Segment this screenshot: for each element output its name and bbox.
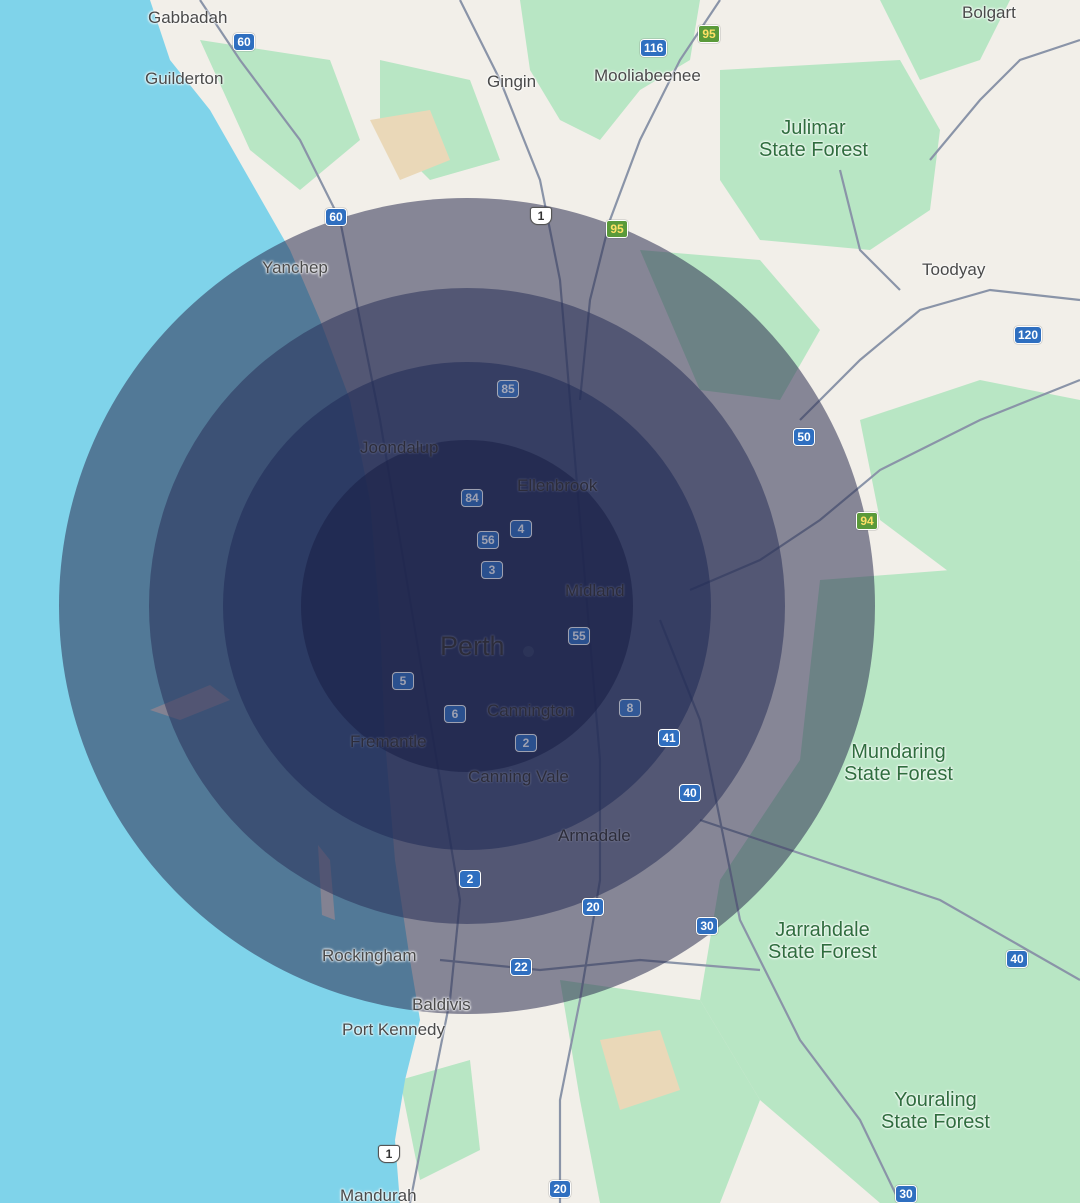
- route-shield[interactable]: 1: [378, 1145, 400, 1163]
- route-shield[interactable]: 94: [856, 512, 878, 530]
- route-shield[interactable]: 30: [895, 1185, 917, 1203]
- route-shield[interactable]: 4: [510, 520, 532, 538]
- route-shield[interactable]: 2: [515, 734, 537, 752]
- place-label[interactable]: Cannington: [487, 701, 574, 721]
- place-label[interactable]: Rockingham: [322, 946, 417, 966]
- place-label[interactable]: Ellenbrook: [517, 476, 597, 496]
- place-label[interactable]: Armadale: [558, 826, 631, 846]
- place-label[interactable]: Midland: [565, 581, 625, 601]
- route-shield[interactable]: 116: [640, 39, 668, 57]
- place-label[interactable]: Bolgart: [962, 3, 1016, 23]
- route-shield[interactable]: 95: [698, 25, 720, 43]
- route-shield[interactable]: 30: [696, 917, 718, 935]
- place-label-city[interactable]: Perth: [440, 631, 505, 662]
- place-label[interactable]: Joondalup: [360, 438, 438, 458]
- place-label[interactable]: Guilderton: [145, 69, 223, 89]
- forest-label[interactable]: Jarrahdale State Forest: [768, 919, 877, 963]
- route-shield[interactable]: 120: [1014, 326, 1043, 344]
- place-label[interactable]: Port Kennedy: [342, 1020, 445, 1040]
- place-label[interactable]: Gabbadah: [148, 8, 227, 28]
- place-label[interactable]: Yanchep: [262, 258, 328, 278]
- place-label[interactable]: Mandurah: [340, 1186, 417, 1203]
- forest-label[interactable]: Julimar State Forest: [759, 117, 868, 161]
- place-label[interactable]: Toodyay: [922, 260, 985, 280]
- buffer-rings: [59, 198, 875, 1014]
- route-shield[interactable]: 60: [325, 208, 347, 226]
- place-label[interactable]: Fremantle: [350, 732, 427, 752]
- route-shield[interactable]: 50: [793, 428, 815, 446]
- route-shield[interactable]: 8: [619, 699, 641, 717]
- route-shield[interactable]: 1: [530, 207, 552, 225]
- forest-label[interactable]: Youraling State Forest: [881, 1089, 990, 1133]
- route-shield[interactable]: 85: [497, 380, 519, 398]
- place-label[interactable]: Baldivis: [412, 995, 471, 1015]
- place-label[interactable]: Gingin: [487, 72, 536, 92]
- city-marker-dot: [523, 646, 534, 657]
- route-shield[interactable]: 5: [392, 672, 414, 690]
- route-shield[interactable]: 55: [568, 627, 590, 645]
- route-shield[interactable]: 6: [444, 705, 466, 723]
- route-shield[interactable]: 3: [481, 561, 503, 579]
- route-shield[interactable]: 40: [1006, 950, 1028, 968]
- route-shield[interactable]: 41: [658, 729, 680, 747]
- forest-label[interactable]: Mundaring State Forest: [844, 741, 953, 785]
- place-label[interactable]: Canning Vale: [468, 767, 569, 787]
- route-shield[interactable]: 22: [510, 958, 532, 976]
- route-shield[interactable]: 20: [549, 1180, 571, 1198]
- place-label[interactable]: Mooliabeenee: [594, 66, 701, 86]
- route-shield[interactable]: 95: [606, 220, 628, 238]
- route-shield[interactable]: 40: [679, 784, 701, 802]
- route-shield[interactable]: 56: [477, 531, 499, 549]
- route-shield[interactable]: 20: [582, 898, 604, 916]
- route-shield[interactable]: 60: [233, 33, 255, 51]
- route-shield[interactable]: 2: [459, 870, 481, 888]
- route-shield[interactable]: 84: [461, 489, 483, 507]
- map-view[interactable]: Gabbadah Guilderton Gingin Mooliabeenee …: [0, 0, 1080, 1203]
